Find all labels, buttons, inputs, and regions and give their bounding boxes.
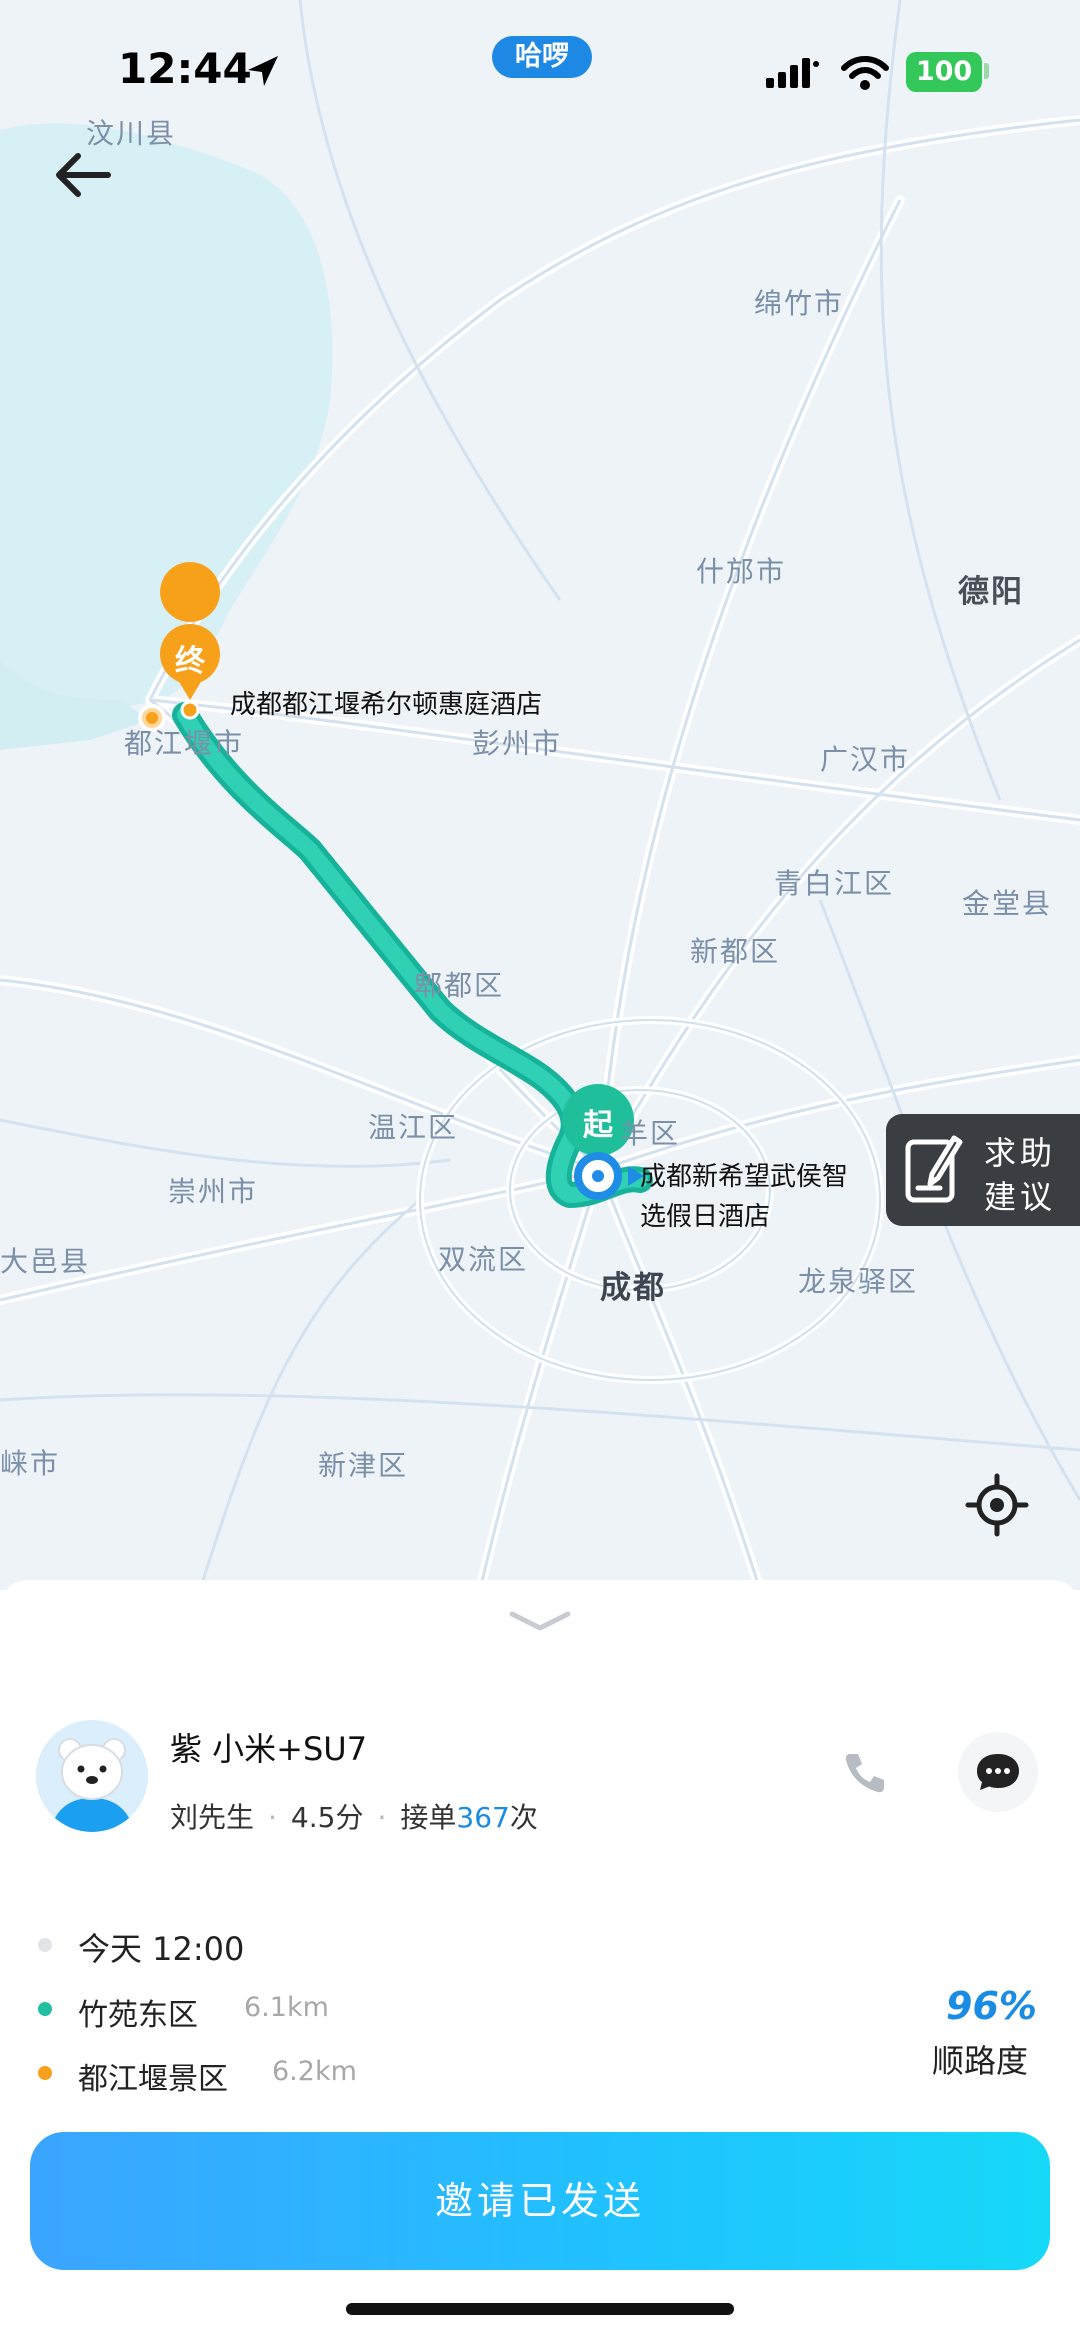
match-percent: 96% — [946, 1984, 1037, 2028]
place-qingbaijiang: 青白江区 — [774, 867, 895, 900]
to-location: 都江堰景区 — [78, 2062, 228, 2097]
driver-avatar[interactable] — [36, 1720, 148, 1832]
driver-orders-suffix: 次 — [509, 1801, 538, 1834]
from-dot — [38, 2002, 52, 2016]
place-qionglai: 崃市 — [0, 1447, 61, 1480]
depart-time: 今天 12:00 — [78, 1930, 245, 1968]
status-bar: 12:44 哈啰 100 — [0, 0, 1080, 140]
chevron-down-icon[interactable] — [508, 1610, 572, 1632]
match-label: 顺路度 — [932, 2042, 1029, 2080]
place-dayi: 大邑县 — [0, 1245, 91, 1278]
place-deyang: 德阳 — [958, 574, 1024, 610]
car-info: 紫 小米+SU7 — [170, 1730, 368, 1768]
to-distance: 6.2km — [272, 2056, 357, 2087]
message-button[interactable] — [958, 1732, 1038, 1812]
help-label-line1: 求助 — [984, 1134, 1057, 1172]
place-wenjiang: 温江区 — [368, 1111, 459, 1144]
place-longquanyi: 龙泉驿区 — [798, 1265, 919, 1298]
place-xindu: 新都区 — [690, 935, 781, 968]
chat-bubble-icon — [977, 1754, 1019, 1790]
bear-avatar-icon — [36, 1720, 148, 1832]
from-distance: 6.1km — [244, 1992, 329, 2023]
help-label-line2: 建议 — [984, 1178, 1057, 1216]
battery-indicator: 100 — [906, 52, 982, 92]
status-time: 12:44 — [118, 44, 252, 93]
app-pill[interactable]: 哈啰 — [492, 36, 592, 78]
place-mianzhu: 绵竹市 — [754, 287, 845, 320]
edit-note-icon — [905, 1135, 963, 1203]
help-suggest-button[interactable]: 求助 建议 — [886, 1114, 1080, 1226]
end-marker-label: 终 — [175, 644, 205, 679]
place-chengdu: 成都 — [600, 1270, 666, 1306]
map-canvas — [0, 0, 1080, 1590]
invite-sent-button[interactable]: 邀请已发送 — [30, 2132, 1050, 2270]
start-poi-label-2: 选假日酒店 — [640, 1202, 771, 1232]
place-jinniu: 羊区 — [620, 1117, 681, 1150]
time-dot — [38, 1938, 52, 1952]
place-guanghan: 广汉市 — [820, 743, 911, 776]
back-arrow-icon[interactable] — [50, 140, 120, 210]
place-chongzhou: 崇州市 — [168, 1175, 259, 1208]
home-indicator — [346, 2303, 734, 2315]
place-xinjin: 新津区 — [318, 1449, 409, 1482]
place-pengzhou: 彭州市 — [472, 727, 563, 760]
map-view[interactable]: 汶川县 绵竹市 什邡市 德阳 都江堰市 彭州市 广汉市 青白江区 金堂县 新都区… — [0, 0, 1080, 1590]
place-pidu: 郫都区 — [414, 969, 505, 1002]
locate-me-icon[interactable] — [962, 1470, 1032, 1540]
to-dot — [38, 2066, 52, 2080]
battery-cap — [984, 63, 989, 79]
driver-orders-prefix: 接单 — [400, 1801, 457, 1834]
driver-name: 刘先生 — [170, 1801, 255, 1834]
place-shifang: 什邡市 — [696, 555, 787, 588]
driver-info: 刘先生 · 4.5分 · 接单367次 — [170, 1801, 538, 1834]
start-marker-label: 起 — [583, 1108, 613, 1143]
place-jintang: 金堂县 — [962, 887, 1053, 920]
start-poi-label-1: 成都新希望武侯智 — [640, 1162, 849, 1192]
driver-orders-count: 367 — [456, 1801, 510, 1834]
location-arrow-icon — [248, 56, 278, 86]
wifi-icon — [841, 56, 889, 90]
from-location: 竹苑东区 — [78, 1998, 198, 2033]
cellular-signal-icon — [766, 58, 819, 88]
place-dujiangyan: 都江堰市 — [124, 727, 245, 760]
place-shuangliu: 双流区 — [438, 1243, 529, 1276]
driver-rating: 4.5分 — [290, 1801, 364, 1834]
phone-icon[interactable] — [842, 1750, 886, 1794]
end-poi-label: 成都都江堰希尔顿惠庭酒店 — [230, 690, 543, 720]
